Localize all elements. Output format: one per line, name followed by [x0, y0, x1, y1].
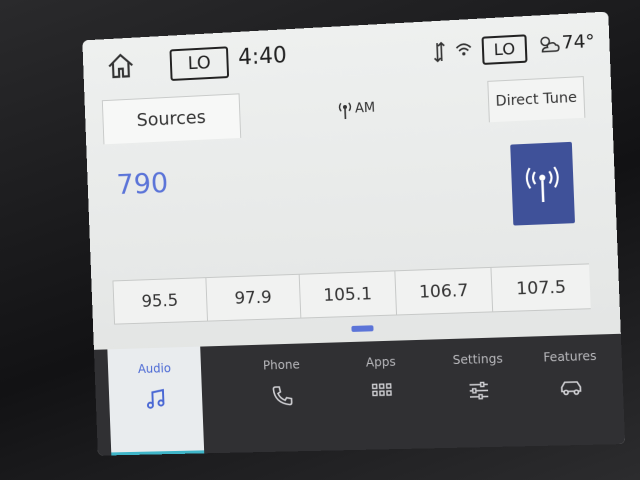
antenna-icon: [339, 102, 352, 120]
wifi-icon: [454, 39, 473, 56]
nav-settings-label: Settings: [452, 351, 504, 368]
preset-bar: 95.5 97.9 105.1 106.7 107.5: [112, 263, 591, 325]
car-icon: [558, 376, 584, 401]
nav-features[interactable]: Features: [520, 334, 623, 446]
sources-tab[interactable]: Sources: [101, 93, 242, 145]
climate-left-setting[interactable]: LO: [169, 46, 230, 81]
home-icon[interactable]: [106, 51, 136, 80]
outside-temperature: 74°: [561, 30, 596, 54]
nav-audio[interactable]: Audio: [107, 346, 205, 456]
phone-icon: [270, 384, 295, 408]
nav-apps-label: Apps: [365, 354, 396, 370]
nav-settings[interactable]: Settings: [428, 337, 530, 449]
preset-button[interactable]: 107.5: [490, 264, 591, 313]
music-note-icon: [143, 387, 167, 411]
signal-icon: [433, 41, 446, 64]
climate-right-setting[interactable]: LO: [481, 34, 528, 65]
nav-phone[interactable]: Phone: [233, 343, 332, 453]
nav-audio-label: Audio: [137, 361, 172, 377]
nav-phone-label: Phone: [262, 357, 300, 373]
current-frequency: 790: [115, 166, 169, 201]
infotainment-screen: LO 4:40 LO 74° Sources AM Direct Tune 79…: [82, 11, 626, 456]
preset-page-indicator: [351, 325, 374, 332]
clock: 4:40: [237, 43, 288, 71]
preset-button[interactable]: 105.1: [298, 271, 396, 319]
radio-antenna-icon: [523, 163, 562, 205]
preset-button[interactable]: 106.7: [394, 267, 493, 316]
apps-grid-icon: [371, 381, 394, 406]
sliders-icon: [466, 378, 491, 403]
nav-apps[interactable]: Apps: [332, 340, 432, 451]
preset-button[interactable]: 95.5: [112, 278, 207, 325]
radio-station-tile[interactable]: [510, 141, 575, 226]
preset-button[interactable]: 97.9: [205, 274, 301, 322]
nav-features-label: Features: [543, 348, 597, 365]
weather-icon: [537, 33, 560, 57]
bottom-nav: Audio Phone Apps Settings Features: [93, 333, 626, 456]
direct-tune-tab[interactable]: Direct Tune: [487, 76, 586, 123]
band-label: AM: [354, 100, 376, 117]
